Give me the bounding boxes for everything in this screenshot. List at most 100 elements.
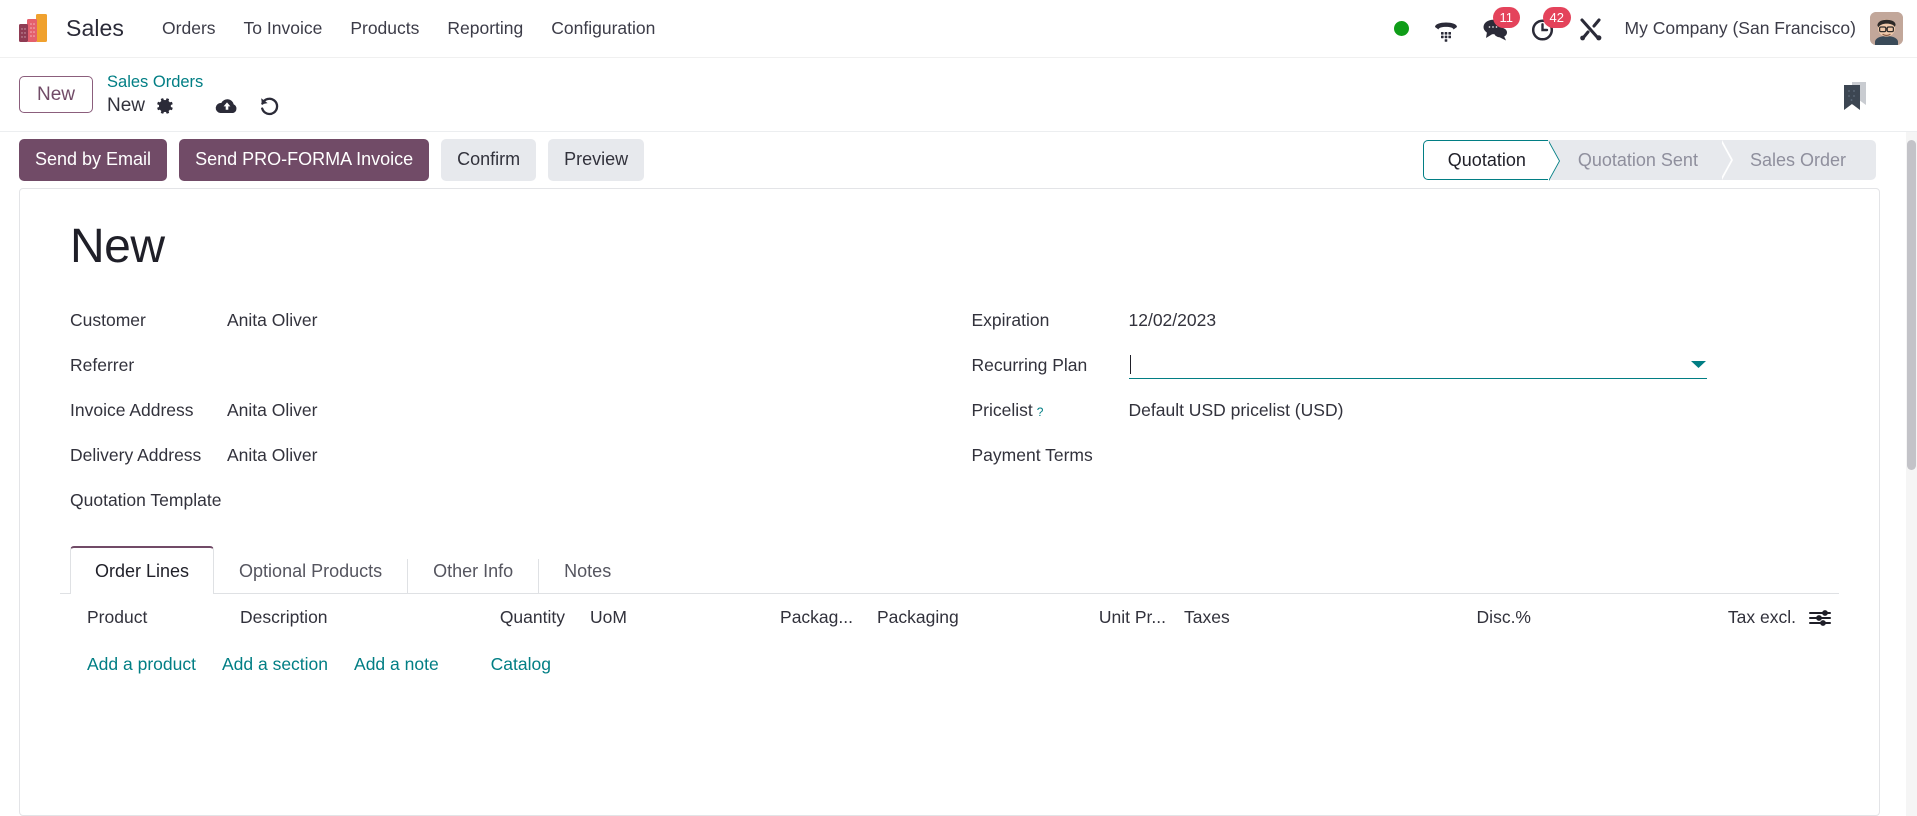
status-arrow bbox=[1719, 140, 1731, 180]
field-expiration-label: Expiration bbox=[971, 309, 1050, 330]
field-invoice-address[interactable]: Invoice Address Anita Oliver bbox=[60, 388, 950, 433]
phone-dialpad-icon[interactable] bbox=[1432, 16, 1460, 42]
column-header-uom[interactable]: UoM bbox=[565, 607, 775, 628]
breadcrumb-current-record: New bbox=[107, 94, 146, 116]
field-customer-label: Customer bbox=[70, 309, 146, 330]
menu-configuration[interactable]: Configuration bbox=[537, 12, 669, 45]
messages-count-badge: 11 bbox=[1492, 6, 1521, 28]
breadcrumb-parent-sales-orders[interactable]: Sales Orders bbox=[107, 71, 280, 93]
field-delivery-address-value[interactable]: Anita Oliver bbox=[227, 445, 317, 466]
status-pipeline: Quotation Quotation Sent Sales Order bbox=[1422, 140, 1876, 181]
field-payment-terms-label: Payment Terms bbox=[971, 444, 1093, 465]
app-brand-sales[interactable]: Sales bbox=[60, 11, 130, 46]
chevron-down-icon[interactable] bbox=[1690, 359, 1707, 370]
bookmark-ribbon-icon[interactable] bbox=[1840, 79, 1870, 111]
statusbar-action-buttons: Send by Email Send PRO-FORMA Invoice Con… bbox=[19, 139, 645, 181]
tab-optional-products[interactable]: Optional Products bbox=[214, 547, 407, 594]
field-pricelist-label: Pricelist ? bbox=[962, 400, 1129, 421]
chat-bubble-icon[interactable]: 11 bbox=[1480, 6, 1521, 42]
record-actions bbox=[215, 96, 280, 116]
status-sales-order[interactable]: Sales Order bbox=[1719, 140, 1876, 180]
tab-other-info[interactable]: Other Info bbox=[408, 547, 538, 594]
column-header-unit-price[interactable]: Unit Pr... bbox=[1061, 607, 1166, 628]
confirm-button[interactable]: Confirm bbox=[441, 139, 537, 181]
field-quotation-template[interactable]: Quotation Template bbox=[60, 478, 950, 523]
undo-discard-icon[interactable] bbox=[258, 96, 280, 116]
status-quotation-sent[interactable]: Quotation Sent bbox=[1547, 140, 1733, 180]
column-header-packaging[interactable]: Packaging bbox=[853, 607, 1061, 628]
odoo-sales-quotation-form: Sales Orders To Invoice Products Reporti… bbox=[0, 0, 1917, 816]
field-customer-value[interactable]: Anita Oliver bbox=[227, 310, 317, 331]
field-expiration[interactable]: Expiration 12/02/2023 bbox=[962, 298, 1840, 343]
column-header-description[interactable]: Description bbox=[240, 607, 465, 628]
vertical-scrollbar-thumb[interactable] bbox=[1907, 140, 1916, 470]
form-column-left: Customer Anita Oliver Referrer Invoice A… bbox=[60, 298, 950, 523]
field-referrer[interactable]: Referrer bbox=[60, 343, 950, 388]
main-menu: Orders To Invoice Products Reporting Con… bbox=[148, 12, 669, 45]
field-invoice-address-label: Invoice Address bbox=[70, 399, 194, 420]
recurring-plan-input[interactable] bbox=[1128, 351, 1707, 380]
company-switcher[interactable]: My Company (San Francisco) bbox=[1625, 18, 1856, 39]
add-a-note-link[interactable]: Add a note bbox=[354, 654, 439, 675]
order-lines-table: Product Description Quantity UoM Packag.… bbox=[60, 594, 1839, 688]
control-panel: Send by Email Send PRO-FORMA Invoice Con… bbox=[0, 132, 1917, 188]
menu-to-invoice[interactable]: To Invoice bbox=[230, 12, 337, 45]
breadcrumb-bar: New Sales Orders New bbox=[0, 58, 1917, 132]
column-header-discount[interactable]: Disc.% bbox=[1401, 607, 1531, 628]
text-caret bbox=[1129, 355, 1131, 375]
send-by-email-button[interactable]: Send by Email bbox=[19, 139, 168, 181]
menu-reporting[interactable]: Reporting bbox=[433, 12, 537, 45]
user-avatar[interactable] bbox=[1870, 12, 1903, 45]
column-header-packaging-qty[interactable]: Packag... bbox=[775, 607, 853, 628]
cloud-save-icon[interactable] bbox=[215, 97, 239, 116]
field-invoice-address-value[interactable]: Anita Oliver bbox=[227, 400, 317, 421]
menu-orders[interactable]: Orders bbox=[148, 12, 229, 45]
field-expiration-value[interactable]: 12/02/2023 bbox=[1129, 310, 1217, 331]
presence-dot-icon[interactable] bbox=[1393, 21, 1409, 36]
navbar-systray: 11 42 My Company (San Francisco) bbox=[1381, 6, 1917, 45]
order-lines-add-row: Add a product Add a section Add a note C… bbox=[60, 642, 1839, 688]
field-payment-terms[interactable]: Payment Terms bbox=[962, 433, 1840, 478]
order-lines-header-row: Product Description Quantity UoM Packag.… bbox=[60, 594, 1839, 642]
top-navbar: Sales Orders To Invoice Products Reporti… bbox=[0, 0, 1917, 58]
status-arrow bbox=[1547, 141, 1559, 181]
column-header-tax-excl[interactable]: Tax excl. bbox=[1728, 607, 1796, 628]
clock-activity-icon[interactable]: 42 bbox=[1530, 6, 1571, 42]
tools-wrench-icon[interactable] bbox=[1577, 16, 1605, 42]
tab-order-lines[interactable]: Order Lines bbox=[70, 545, 215, 594]
notebook-tabs: Order Lines Optional Products Other Info… bbox=[60, 545, 1839, 594]
notebook: Order Lines Optional Products Other Info… bbox=[60, 545, 1839, 688]
field-referrer-label: Referrer bbox=[70, 354, 135, 375]
gear-icon[interactable] bbox=[156, 97, 174, 115]
add-a-product-link[interactable]: Add a product bbox=[87, 654, 196, 675]
send-pro-forma-invoice-button[interactable]: Send PRO-FORMA Invoice bbox=[179, 139, 430, 181]
status-quotation-sent-label: Quotation Sent bbox=[1577, 149, 1698, 170]
preview-button[interactable]: Preview bbox=[548, 139, 645, 181]
field-pricelist-label-text: Pricelist bbox=[971, 399, 1033, 420]
field-customer[interactable]: Customer Anita Oliver bbox=[60, 298, 950, 343]
column-header-tax-excl-group: Tax excl. bbox=[1728, 607, 1839, 628]
field-pricelist[interactable]: Pricelist ? Default USD pricelist (USD) bbox=[962, 388, 1840, 433]
page-title: New bbox=[70, 220, 165, 273]
field-delivery-address[interactable]: Delivery Address Anita Oliver bbox=[60, 433, 950, 478]
new-record-button[interactable]: New bbox=[19, 75, 94, 114]
field-recurring-plan-label: Recurring Plan bbox=[971, 354, 1088, 375]
catalog-link[interactable]: Catalog bbox=[491, 654, 551, 675]
column-header-taxes[interactable]: Taxes bbox=[1166, 607, 1401, 628]
odoo-logo-icon[interactable] bbox=[18, 12, 48, 46]
column-header-product[interactable]: Product bbox=[60, 607, 240, 628]
field-pricelist-value[interactable]: Default USD pricelist (USD) bbox=[1129, 400, 1344, 421]
field-quotation-template-label: Quotation Template bbox=[70, 489, 222, 510]
column-header-quantity[interactable]: Quantity bbox=[465, 607, 565, 628]
field-delivery-address-label: Delivery Address bbox=[70, 444, 202, 465]
activities-count-badge: 42 bbox=[1542, 6, 1571, 28]
menu-products[interactable]: Products bbox=[336, 12, 433, 45]
tab-notes[interactable]: Notes bbox=[539, 547, 636, 594]
column-settings-sliders-icon[interactable] bbox=[1809, 609, 1831, 627]
add-a-section-link[interactable]: Add a section bbox=[222, 654, 328, 675]
status-quotation[interactable]: Quotation bbox=[1422, 140, 1560, 181]
form-sheet: New Customer Anita Oliver Referrer Invoi… bbox=[19, 188, 1880, 816]
form-fields: Customer Anita Oliver Referrer Invoice A… bbox=[60, 298, 1839, 523]
tooltip-help-icon[interactable]: ? bbox=[1037, 405, 1044, 419]
field-recurring-plan[interactable]: Recurring Plan bbox=[962, 343, 1840, 388]
